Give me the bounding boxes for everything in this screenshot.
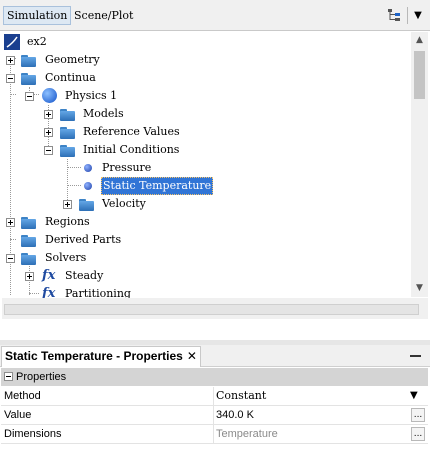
column-divider (213, 425, 214, 444)
simulation-tree: ex2 Geometry Continua Physics 1 Models R… (2, 31, 428, 298)
properties-tab[interactable]: Static Temperature - Properties ✕ (1, 346, 201, 367)
tree-item-label: Physics 1 (65, 89, 118, 102)
properties-section-header[interactable]: Properties (1, 368, 428, 386)
properties-header: Static Temperature - Properties ✕ (0, 345, 430, 367)
ellipsis-button[interactable]: ... (411, 408, 425, 422)
tree-item-label: Pressure (102, 161, 152, 174)
folder-icon (60, 127, 75, 139)
method-value[interactable]: Constant (216, 387, 266, 405)
scroll-down-icon[interactable]: ▼ (411, 280, 428, 297)
tree-item-label: Continua (45, 71, 96, 84)
tree-item-solvers[interactable]: Solvers (2, 249, 202, 267)
expand-toggle[interactable] (44, 128, 53, 137)
tree-item-label: Solvers (45, 251, 87, 264)
tree-horizontal-scrollbar[interactable] (4, 304, 419, 315)
tree-item-initial-conditions[interactable]: Initial Conditions (2, 141, 242, 159)
tree-item-geometry[interactable]: Geometry (2, 51, 202, 69)
ellipsis-button[interactable]: ... (411, 427, 425, 441)
collapse-toggle[interactable] (6, 254, 15, 263)
column-divider (213, 406, 214, 425)
tree-item-derived-parts[interactable]: Derived Parts (2, 231, 202, 249)
folder-icon (60, 109, 75, 121)
property-name: Dimensions (4, 428, 62, 440)
tree-item-label: Initial Conditions (83, 143, 180, 156)
tree-item-pressure[interactable]: Pressure (2, 159, 242, 177)
function-fx-icon: fx (42, 268, 56, 283)
collapse-toggle[interactable] (4, 372, 13, 381)
collapse-toggle[interactable] (25, 92, 34, 101)
expand-toggle[interactable] (6, 56, 15, 65)
folder-icon (21, 253, 36, 265)
tree-item-models[interactable]: Models (2, 105, 222, 123)
tree-item-label: Velocity (102, 197, 146, 210)
tree-item-label-selected: Static Temperature (101, 177, 214, 195)
property-name: Value (4, 409, 32, 421)
tree-item-reference-values[interactable]: Reference Values (2, 123, 242, 141)
expand-toggle[interactable] (44, 110, 53, 119)
tab-scene-plot[interactable]: Scene/Plot (71, 6, 136, 25)
hierarchy-icon[interactable] (386, 7, 402, 23)
tree-item-velocity[interactable]: Velocity (2, 195, 242, 213)
property-row-value[interactable]: Value 340.0 K ... (1, 406, 428, 425)
minimize-icon[interactable] (410, 355, 421, 357)
dropdown-arrow-icon[interactable]: ▼ (411, 7, 425, 24)
tree-vertical-scrollbar[interactable]: ▲ ▼ (411, 32, 428, 297)
dropdown-arrow-icon[interactable]: ▼ (410, 387, 418, 405)
collapse-toggle[interactable] (6, 74, 15, 83)
physics-globe-icon (42, 88, 57, 103)
close-icon[interactable]: ✕ (187, 349, 197, 363)
value-node-icon (84, 164, 92, 172)
expand-toggle[interactable] (63, 200, 72, 209)
function-fx-icon: fx (42, 286, 56, 298)
folder-icon (21, 235, 36, 247)
tree-item-partitioning[interactable]: fx Partitioning (2, 285, 202, 298)
folder-icon (21, 73, 36, 85)
tree-item-root[interactable]: ex2 (2, 33, 202, 51)
folder-icon (21, 217, 36, 229)
tree-item-physics-1[interactable]: Physics 1 (2, 87, 202, 105)
expand-toggle[interactable] (25, 272, 34, 281)
property-row-dimensions[interactable]: Dimensions Temperature ... (1, 425, 428, 444)
scroll-up-icon[interactable]: ▲ (411, 32, 428, 49)
column-divider (213, 387, 214, 406)
tree-item-static-temperature[interactable]: Static Temperature (2, 177, 242, 195)
tree-item-regions[interactable]: Regions (2, 213, 202, 231)
tree-item-label: Geometry (45, 53, 100, 66)
dimensions-value: Temperature (216, 428, 278, 440)
tree-item-label: Regions (45, 215, 90, 228)
tree-item-label: ex2 (27, 35, 47, 48)
tree-item-steady[interactable]: fx Steady (2, 267, 202, 285)
folder-icon (79, 199, 94, 211)
top-tab-bar: Simulation Scene/Plot ▼ (0, 0, 430, 31)
toolbar-separator (407, 7, 408, 24)
folder-icon (60, 145, 75, 157)
tree-item-label: Steady (65, 269, 104, 282)
tab-simulation[interactable]: Simulation (3, 6, 72, 25)
section-label: Properties (16, 371, 67, 383)
property-row-method[interactable]: Method Constant ▼ (1, 387, 428, 406)
collapse-toggle[interactable] (44, 146, 53, 155)
expand-toggle[interactable] (6, 218, 15, 227)
tree-item-label: Reference Values (83, 125, 180, 138)
tree-item-continua[interactable]: Continua (2, 69, 202, 87)
property-name: Method (4, 390, 41, 402)
simulation-icon (4, 34, 20, 50)
properties-title: Static Temperature - Properties (5, 349, 183, 363)
tree-item-label: Models (83, 107, 124, 120)
tree-item-label: Partitioning (65, 287, 131, 298)
tree-item-label: Derived Parts (45, 233, 122, 246)
value-field[interactable]: 340.0 K (216, 406, 254, 424)
folder-icon (21, 55, 36, 67)
value-node-icon (84, 182, 92, 190)
scrollbar-thumb[interactable] (414, 51, 425, 99)
